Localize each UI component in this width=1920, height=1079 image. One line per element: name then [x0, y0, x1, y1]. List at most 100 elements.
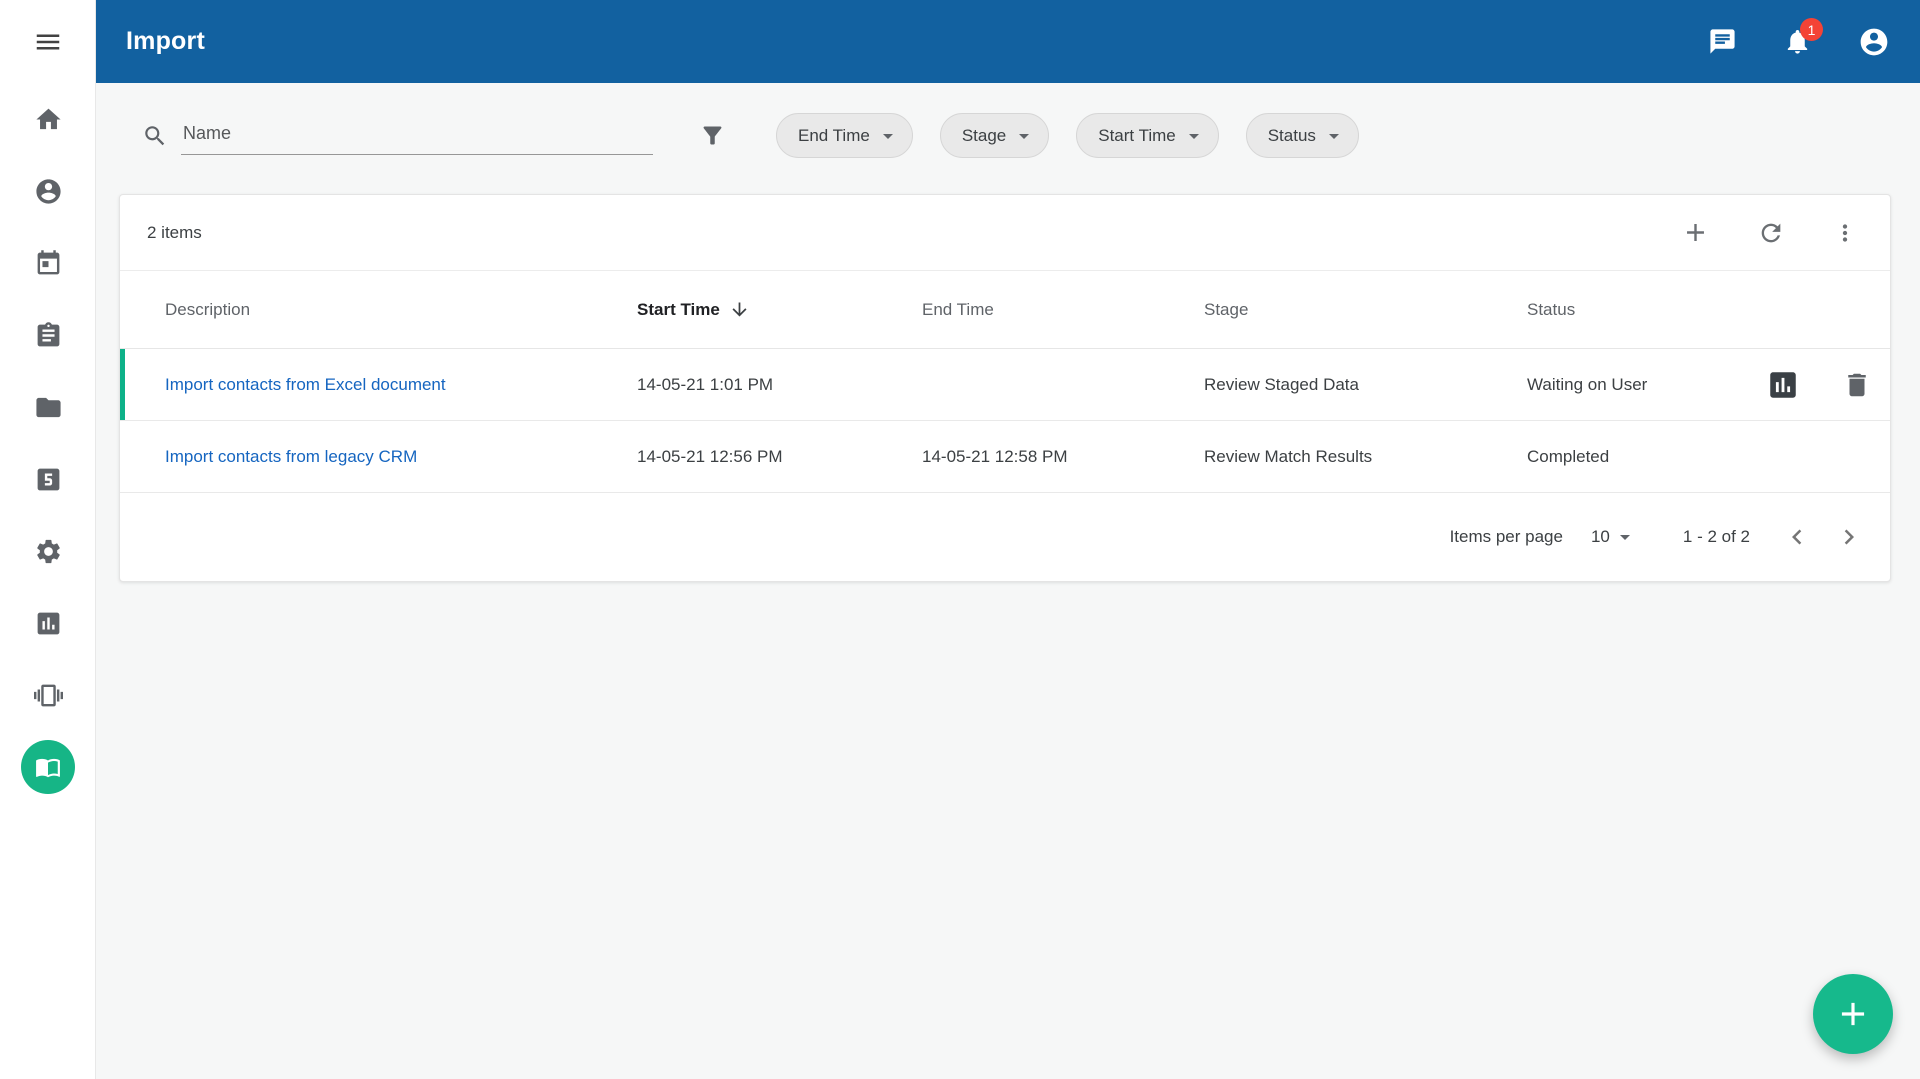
chevron-left-icon: [1782, 522, 1812, 552]
page-title: Import: [126, 27, 205, 56]
table-header-row: Description Start Time End Time Stage St…: [120, 271, 1890, 349]
app-bar: Import 1: [96, 0, 1920, 83]
sidebar: [0, 0, 96, 1079]
refresh-icon: [1757, 219, 1785, 247]
page-size-value: 10: [1591, 527, 1610, 547]
page-size-select[interactable]: 10: [1591, 525, 1637, 549]
sidebar-item-five[interactable]: [0, 443, 96, 515]
import-table-card: 2 items Description: [119, 194, 1891, 582]
row-stage: Review Staged Data: [1204, 375, 1527, 395]
items-per-page-label: Items per page: [1450, 527, 1563, 547]
import-link[interactable]: Import contacts from Excel document: [165, 375, 446, 394]
more-vert-kebab-icon: [1832, 220, 1858, 246]
menu-area: [0, 0, 95, 83]
column-header-description[interactable]: Description: [165, 300, 637, 320]
chat-icon: [1708, 27, 1737, 56]
column-header-status[interactable]: Status: [1527, 300, 1695, 320]
filter-chip-stage[interactable]: Stage: [940, 113, 1049, 158]
chip-label: End Time: [798, 126, 870, 146]
home-icon: [34, 105, 63, 134]
sort-descending-arrow-icon: [729, 299, 750, 320]
sidebar-item-home[interactable]: [0, 83, 96, 155]
menu-button[interactable]: [33, 27, 63, 57]
calendar-icon: [34, 249, 63, 278]
notification-badge: 1: [1800, 18, 1823, 41]
app-root: Import 1: [0, 0, 1920, 1079]
row-stage: Review Match Results: [1204, 447, 1527, 467]
toolbar-actions: [1681, 218, 1858, 247]
more-options-button[interactable]: [1832, 220, 1858, 246]
sidebar-item-account[interactable]: [0, 155, 96, 227]
dropdown-arrow-icon: [1613, 525, 1637, 549]
folder-icon: [34, 393, 63, 422]
filter-chip-status[interactable]: Status: [1246, 113, 1359, 158]
add-plus-icon: [1834, 995, 1872, 1033]
chevron-right-icon: [1834, 522, 1864, 552]
sidebar-item-import[interactable]: [0, 731, 96, 803]
chip-label: Status: [1268, 126, 1316, 146]
row-chart-button[interactable]: [1766, 368, 1800, 402]
dropdown-arrow-icon: [1322, 124, 1346, 148]
row-delete-button[interactable]: [1842, 370, 1872, 400]
dropdown-arrow-icon: [876, 124, 900, 148]
filter-chip-start-time[interactable]: Start Time: [1076, 113, 1218, 158]
number-5-icon: [34, 465, 63, 494]
pager-buttons: [1782, 522, 1864, 552]
account-menu-button[interactable]: [1858, 26, 1890, 58]
row-end-time: 14-05-21 12:58 PM: [922, 447, 1204, 467]
column-header-end-time[interactable]: End Time: [922, 300, 1204, 320]
dropdown-arrow-icon: [1012, 124, 1036, 148]
account-icon: [34, 177, 63, 206]
content-area: End Time Stage Start Time Status: [96, 83, 1920, 1079]
filter-bar: End Time Stage Start Time Status: [96, 83, 1920, 194]
sidebar-item-calendar[interactable]: [0, 227, 96, 299]
card-toolbar: 2 items: [120, 195, 1890, 271]
paginator: Items per page 10 1 - 2 of 2: [120, 493, 1890, 581]
filter-chip-end-time[interactable]: End Time: [776, 113, 913, 158]
chip-label: Stage: [962, 126, 1006, 146]
table-row[interactable]: Import contacts from legacy CRM 14-05-21…: [120, 421, 1890, 493]
page-range-label: 1 - 2 of 2: [1683, 527, 1750, 547]
search-field: [142, 117, 653, 155]
notifications-button[interactable]: 1: [1783, 27, 1812, 56]
filter-funnel-icon: [699, 122, 726, 149]
row-actions: [1695, 368, 1872, 402]
search-input[interactable]: [181, 117, 653, 155]
previous-page-button[interactable]: [1782, 522, 1812, 552]
refresh-button[interactable]: [1757, 219, 1785, 247]
hamburger-menu-icon: [33, 27, 63, 57]
vibration-icon: [34, 681, 63, 710]
chat-button[interactable]: [1708, 27, 1737, 56]
app-bar-actions: 1: [1708, 26, 1890, 58]
row-description: Import contacts from legacy CRM: [165, 447, 637, 467]
add-button[interactable]: [1681, 218, 1710, 247]
dropdown-arrow-icon: [1182, 124, 1206, 148]
active-item-indicator: [21, 740, 75, 794]
row-start-time: 14-05-21 12:56 PM: [637, 447, 922, 467]
table-row[interactable]: Import contacts from Excel document 14-0…: [120, 349, 1890, 421]
chart-button-icon: [1766, 368, 1800, 402]
chip-label: Start Time: [1098, 126, 1175, 146]
tasks-clipboard-icon: [34, 321, 63, 350]
column-header-stage[interactable]: Stage: [1204, 300, 1527, 320]
row-status: Completed: [1527, 447, 1695, 467]
row-description: Import contacts from Excel document: [165, 375, 637, 395]
add-plus-icon: [1681, 218, 1710, 247]
items-count: 2 items: [147, 223, 202, 243]
filter-button[interactable]: [699, 122, 726, 149]
fab-add-button[interactable]: [1813, 974, 1893, 1054]
sidebar-item-reports[interactable]: [0, 587, 96, 659]
bar-chart-icon: [34, 609, 63, 638]
main-area: Import 1: [96, 0, 1920, 1079]
sidebar-item-settings[interactable]: [0, 515, 96, 587]
settings-gear-icon: [34, 537, 63, 566]
sidebar-item-vibration[interactable]: [0, 659, 96, 731]
row-status: Waiting on User: [1527, 375, 1695, 395]
column-header-start-time[interactable]: Start Time: [637, 299, 922, 320]
row-start-time: 14-05-21 1:01 PM: [637, 375, 922, 395]
sidebar-item-tasks[interactable]: [0, 299, 96, 371]
next-page-button[interactable]: [1834, 522, 1864, 552]
sidebar-nav: [0, 83, 95, 803]
import-link[interactable]: Import contacts from legacy CRM: [165, 447, 417, 466]
sidebar-item-files[interactable]: [0, 371, 96, 443]
